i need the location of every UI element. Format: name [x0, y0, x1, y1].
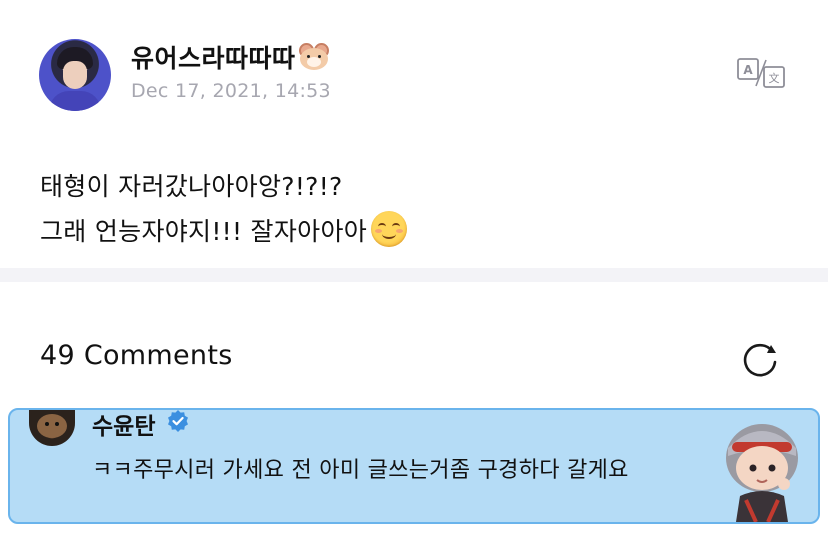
- svg-text:A: A: [743, 63, 753, 77]
- post-timestamp: Dec 17, 2021, 14:53: [131, 80, 331, 102]
- author-avatar[interactable]: [39, 39, 111, 111]
- comment-author-avatar[interactable]: [29, 410, 75, 446]
- comment-item[interactable]: 수윤탄 ㅋㅋ주무시러 가세요 전 아미 글쓰는거좀 구경하다 갈게요: [8, 408, 820, 524]
- comment-author-name[interactable]: 수윤탄: [92, 410, 155, 441]
- hamster-emoji-icon: [298, 42, 330, 72]
- smiling-face-emoji-icon: [371, 211, 408, 247]
- translate-icon[interactable]: A 文: [736, 56, 786, 90]
- svg-text:文: 文: [769, 71, 780, 85]
- comment-text: ㅋㅋ주무시러 가세요 전 아미 글쓰는거좀 구경하다 갈게요: [92, 458, 629, 483]
- post-header: 유어스라따따따 Dec 17, 2021, 14:53 A 文: [0, 0, 828, 130]
- section-divider: [0, 268, 828, 282]
- post-body: 태형이 자러갔나아아앙?!?!? 그래 언능자야지!!! 잘자아아아: [40, 164, 408, 254]
- comments-count: 49 Comments: [40, 340, 233, 371]
- verified-badge-icon: [168, 410, 188, 432]
- post-line-1: 태형이 자러갔나아아앙?!?!?: [40, 172, 343, 201]
- tinytan-sticker-icon: [726, 424, 798, 522]
- post-line-2-text: 그래 언능자야지!!! 잘자아아아: [40, 217, 368, 246]
- refresh-icon[interactable]: [738, 338, 782, 380]
- author-name[interactable]: 유어스라따따따: [131, 44, 296, 73]
- author-name-row[interactable]: 유어스라따따따: [131, 39, 330, 75]
- post-line-2: 그래 언능자야지!!! 잘자아아아: [40, 209, 408, 254]
